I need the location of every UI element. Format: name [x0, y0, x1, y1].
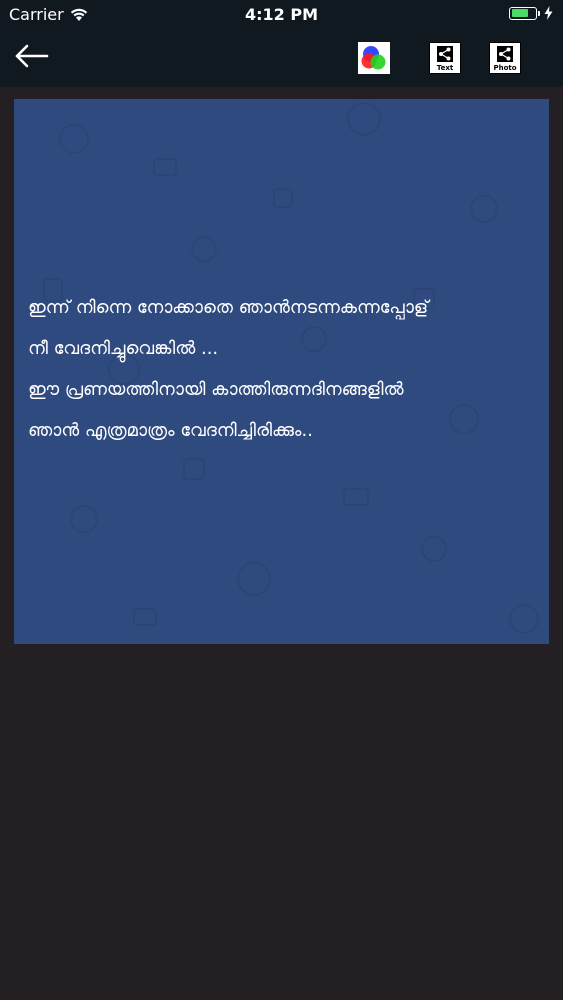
quote-line: ഈ പ്രണയത്തിനായി കാത്തിരുന്നദിനങ്ങളിൽ	[28, 379, 404, 400]
share-photo-button[interactable]: Photo	[489, 42, 521, 74]
quote-text: ഇന്ന് നിന്നെ നോക്കാതെ ഞാൻനടന്നകന്നപ്പോള്…	[28, 287, 539, 451]
share-photo-label: Photo	[493, 64, 517, 72]
color-picker-button[interactable]	[358, 42, 390, 74]
quote-line: ഞാൻ എത്രമാത്രം വേദനിച്ചിരിക്കും..	[28, 420, 313, 441]
share-text-button[interactable]: Text	[429, 42, 461, 74]
quote-card: ഇന്ന് നിന്നെ നോക്കാതെ ഞാൻനടന്നകന്നപ്പോള്…	[14, 99, 549, 644]
share-text-label: Text	[436, 64, 454, 72]
battery-indicator	[509, 6, 553, 20]
quote-line: നീ വേദനിച്ചുവെങ്കിൽ ...	[28, 338, 219, 359]
top-bar: Carrier 4:12 PM Text Photo	[0, 0, 563, 87]
battery-tip	[538, 10, 540, 16]
nav-bar: Text Photo	[0, 30, 563, 87]
battery-icon	[509, 6, 537, 20]
color-circles-icon	[361, 46, 386, 70]
status-bar: Carrier 4:12 PM	[0, 0, 563, 30]
quote-line: ഇന്ന് നിന്നെ നോക്കാതെ ഞാൻനടന്നകന്നപ്പോള്	[28, 297, 429, 318]
back-arrow-icon	[15, 44, 49, 68]
share-icon	[497, 46, 513, 62]
battery-fill	[511, 9, 528, 17]
share-icon	[437, 46, 453, 62]
status-time: 4:12 PM	[244, 5, 318, 24]
charging-bolt-icon	[544, 6, 553, 20]
back-button[interactable]	[14, 42, 50, 70]
